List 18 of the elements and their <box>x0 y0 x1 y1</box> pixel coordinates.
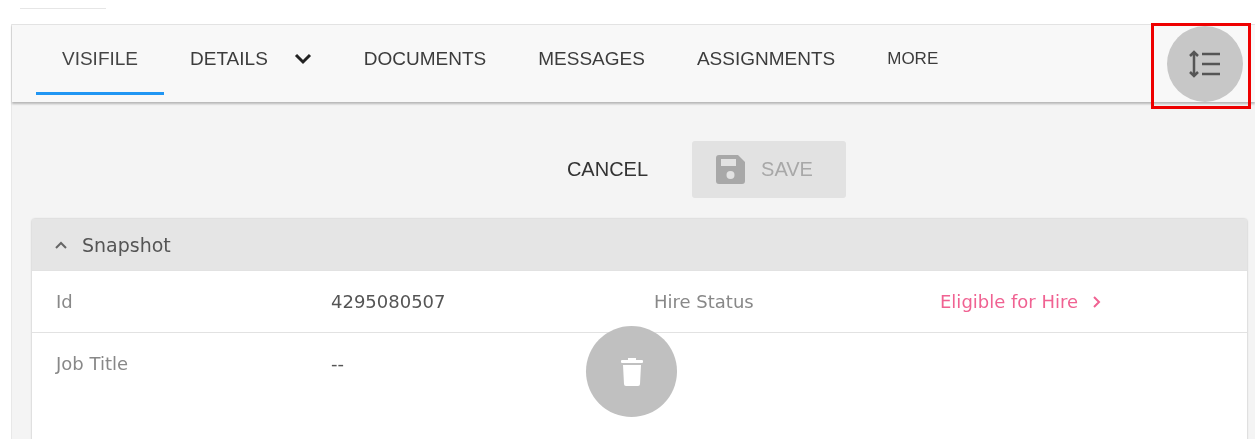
snapshot-header[interactable]: Snapshot <box>32 219 1247 270</box>
line-spacing-icon <box>1188 50 1222 78</box>
field-label: Hire Status <box>654 291 754 312</box>
field-label: Job Title <box>56 353 129 374</box>
tab[interactable]: DOCUMENTS <box>337 25 513 95</box>
section-title: Snapshot <box>82 233 171 256</box>
tab[interactable]: MESSAGES <box>512 25 671 95</box>
chevron-right-icon <box>1092 294 1102 309</box>
tab[interactable]: DETAILS <box>164 25 338 95</box>
field-value: 4295080507 <box>331 291 446 312</box>
trash-icon <box>620 357 643 386</box>
cancel-button[interactable]: CANCEL <box>560 157 655 182</box>
chevron-up-icon <box>54 240 68 249</box>
field-label: Id <box>56 291 73 312</box>
field-value: -- <box>331 353 344 374</box>
tab[interactable]: ASSIGNMENTS <box>670 25 862 95</box>
tab[interactable]: MORE <box>861 25 965 95</box>
tab[interactable]: VISIFILE <box>36 25 165 95</box>
